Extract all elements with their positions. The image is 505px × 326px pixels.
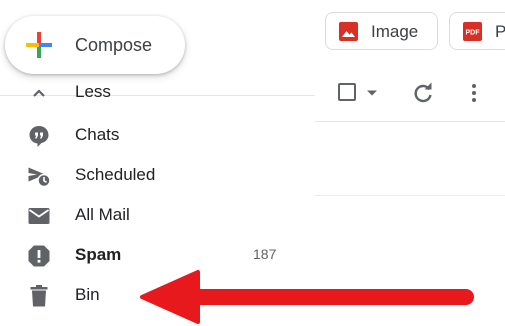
image-chip[interactable]: Image xyxy=(325,12,438,50)
chevron-up-icon xyxy=(33,89,45,97)
pdf-icon: PDF xyxy=(463,22,482,41)
spam-icon xyxy=(28,245,50,267)
sidebar-item-label: All Mail xyxy=(75,205,130,224)
sidebar-item-label: Less xyxy=(75,82,111,101)
message-list-divider xyxy=(315,195,505,196)
mail-icon xyxy=(28,208,50,224)
sidebar-item-less[interactable]: Less xyxy=(0,80,300,104)
pdf-chip[interactable]: PDF P xyxy=(449,12,505,50)
trash-icon xyxy=(30,285,48,307)
sidebar-item-label: Bin xyxy=(75,285,100,304)
toolbar-divider xyxy=(315,121,505,122)
sidebar-item-all-mail[interactable]: All Mail xyxy=(0,195,300,235)
annotation-arrow xyxy=(140,270,474,324)
plus-icon xyxy=(26,32,52,58)
sidebar-item-label: Spam xyxy=(75,245,122,264)
sidebar-item-scheduled[interactable]: Scheduled xyxy=(0,155,300,195)
image-icon xyxy=(339,22,358,41)
refresh-icon[interactable] xyxy=(411,81,435,105)
compose-label: Compose xyxy=(75,35,153,55)
sidebar-item-label: Chats xyxy=(75,125,120,144)
pdf-chip-label: P xyxy=(495,22,505,41)
select-checkbox[interactable] xyxy=(338,83,356,101)
scheduled-send-icon xyxy=(28,167,51,188)
chat-icon xyxy=(29,126,49,147)
caret-down-icon[interactable] xyxy=(366,89,378,97)
spam-count: 187 xyxy=(253,246,277,262)
sidebar-item-label: Scheduled xyxy=(75,165,156,184)
more-vert-icon[interactable] xyxy=(462,81,486,105)
image-chip-label: Image xyxy=(371,22,419,41)
compose-button[interactable]: Compose xyxy=(5,16,185,74)
sidebar-item-chats[interactable]: Chats xyxy=(0,115,300,155)
pdf-icon-text: PDF xyxy=(466,30,481,37)
